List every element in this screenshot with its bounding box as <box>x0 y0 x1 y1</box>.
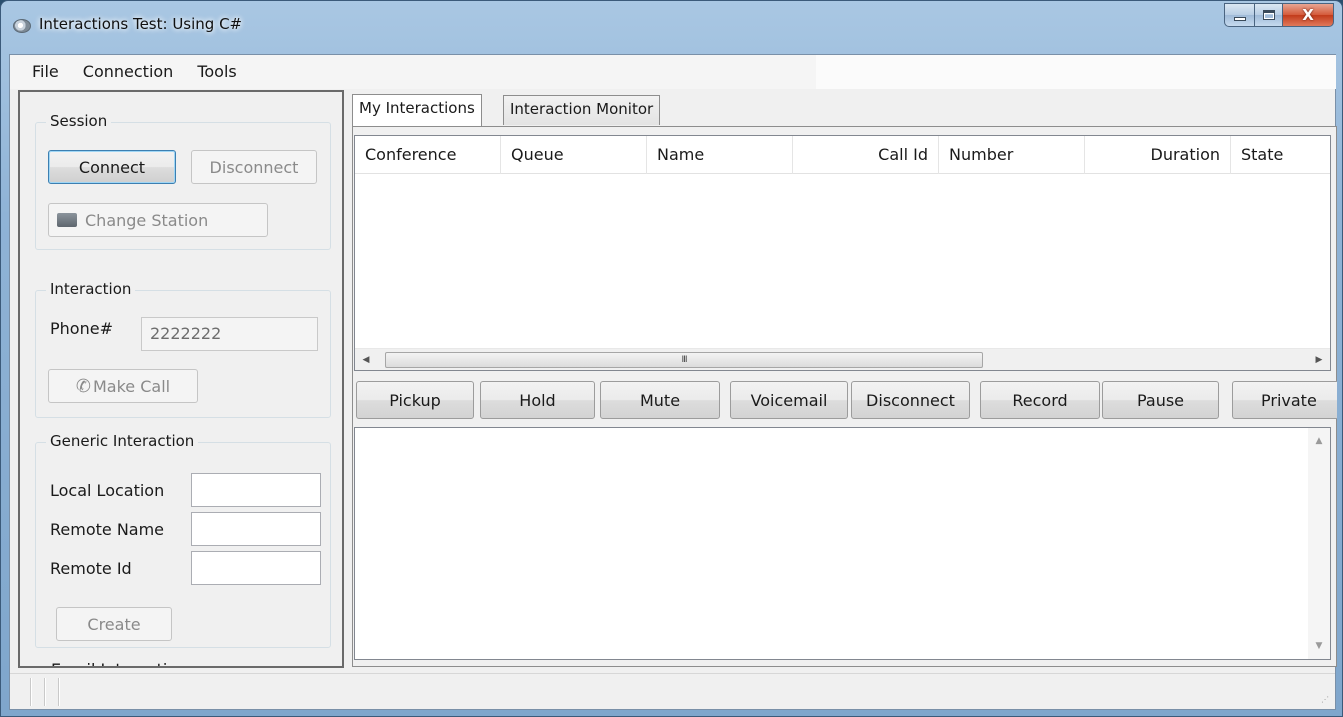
list-header: Conference Queue Name Call Id Number Dur… <box>355 136 1330 174</box>
column-state[interactable]: State <box>1231 136 1332 174</box>
window-frame: Interactions Test: Using C# X File Conne… <box>0 0 1343 717</box>
column-name[interactable]: Name <box>647 136 793 174</box>
make-call-button[interactable]: ✆ Make Call <box>48 369 198 403</box>
phone-icon: ✆ <box>75 375 91 397</box>
disconnect-button[interactable]: Disconnect <box>191 150 317 184</box>
log-vertical-scrollbar[interactable]: ▲ ▼ <box>1308 428 1330 659</box>
make-call-label: Make Call <box>92 376 171 396</box>
tab-my-interactions[interactable]: My Interactions <box>352 94 482 126</box>
status-separator <box>30 678 32 706</box>
email-interaction-group-title: Email Interaction <box>51 660 187 666</box>
create-button[interactable]: Create <box>56 607 172 641</box>
menu-tools[interactable]: Tools <box>185 55 248 89</box>
change-station-label: Change Station <box>85 210 209 230</box>
list-horizontal-scrollbar[interactable]: ◀ III ▶ <box>355 348 1330 370</box>
maximize-icon <box>1262 10 1275 20</box>
phone-label: Phone# <box>50 319 113 338</box>
disconnect-call-button[interactable]: Disconnect <box>851 381 970 419</box>
session-group-title: Session <box>46 112 112 130</box>
generic-interaction-group: Generic Interaction Local Location Remot… <box>35 432 331 648</box>
remote-name-input[interactable] <box>191 512 321 546</box>
pickup-button[interactable]: Pickup <box>356 381 474 419</box>
remote-id-label: Remote Id <box>50 559 132 578</box>
scroll-thumb-grip: III <box>681 355 688 365</box>
column-number[interactable]: Number <box>939 136 1085 174</box>
change-station-button[interactable]: Change Station <box>48 203 268 237</box>
menu-file[interactable]: File <box>20 55 71 89</box>
scroll-thumb[interactable]: III <box>385 352 983 368</box>
station-icon <box>57 213 77 227</box>
resize-grip-icon[interactable]: ⋰ <box>1321 695 1331 705</box>
status-separator <box>44 678 46 706</box>
minimize-icon <box>1233 17 1246 21</box>
close-button[interactable]: X <box>1282 3 1334 27</box>
local-location-input[interactable] <box>191 473 321 507</box>
local-location-label: Local Location <box>50 481 165 500</box>
menu-bar: File Connection Tools <box>10 55 1336 89</box>
scroll-left-icon[interactable]: ◀ <box>355 349 377 371</box>
status-separator <box>58 678 60 706</box>
record-button[interactable]: Record <box>980 381 1100 419</box>
client-area: File Connection Tools Session Connect Di… <box>9 54 1337 710</box>
scroll-right-icon[interactable]: ▶ <box>1308 349 1330 371</box>
session-group: Session Connect Disconnect Change Statio… <box>35 112 331 250</box>
phone-input[interactable]: 2222222 <box>141 317 318 351</box>
connect-button[interactable]: Connect <box>48 150 176 184</box>
window-title: Interactions Test: Using C# <box>39 15 243 33</box>
status-bar: ⋰ <box>10 673 1335 709</box>
menu-connection[interactable]: Connection <box>71 55 186 89</box>
hold-button[interactable]: Hold <box>480 381 595 419</box>
menu-bar-filler <box>816 55 1336 89</box>
column-queue[interactable]: Queue <box>501 136 647 174</box>
mute-button[interactable]: Mute <box>600 381 720 419</box>
scroll-down-icon[interactable]: ▼ <box>1308 635 1330 657</box>
interaction-group-title: Interaction <box>46 280 136 298</box>
left-panel[interactable]: Session Connect Disconnect Change Statio… <box>18 90 344 668</box>
maximize-button[interactable] <box>1254 3 1282 27</box>
column-conference[interactable]: Conference <box>355 136 501 174</box>
log-textarea[interactable]: ▲ ▼ <box>354 427 1331 660</box>
pause-button[interactable]: Pause <box>1102 381 1219 419</box>
generic-interaction-group-title: Generic Interaction <box>46 432 199 450</box>
app-icon <box>13 19 31 33</box>
title-bar[interactable]: Interactions Test: Using C# X <box>1 1 1342 55</box>
interactions-list[interactable]: Conference Queue Name Call Id Number Dur… <box>354 135 1331 371</box>
voicemail-button[interactable]: Voicemail <box>730 381 848 419</box>
tab-interaction-monitor[interactable]: Interaction Monitor <box>503 95 661 125</box>
remote-name-label: Remote Name <box>50 520 165 539</box>
remote-id-input[interactable] <box>191 551 321 585</box>
column-call-id[interactable]: Call Id <box>793 136 939 174</box>
scroll-up-icon[interactable]: ▲ <box>1308 430 1330 452</box>
private-button[interactable]: Private <box>1232 381 1337 419</box>
minimize-button[interactable] <box>1224 3 1254 27</box>
caption-buttons: X <box>1224 3 1334 27</box>
close-icon: X <box>1302 6 1314 24</box>
column-duration[interactable]: Duration <box>1085 136 1231 174</box>
interaction-group: Interaction Phone# 2222222 ✆ Make Call <box>35 280 331 418</box>
